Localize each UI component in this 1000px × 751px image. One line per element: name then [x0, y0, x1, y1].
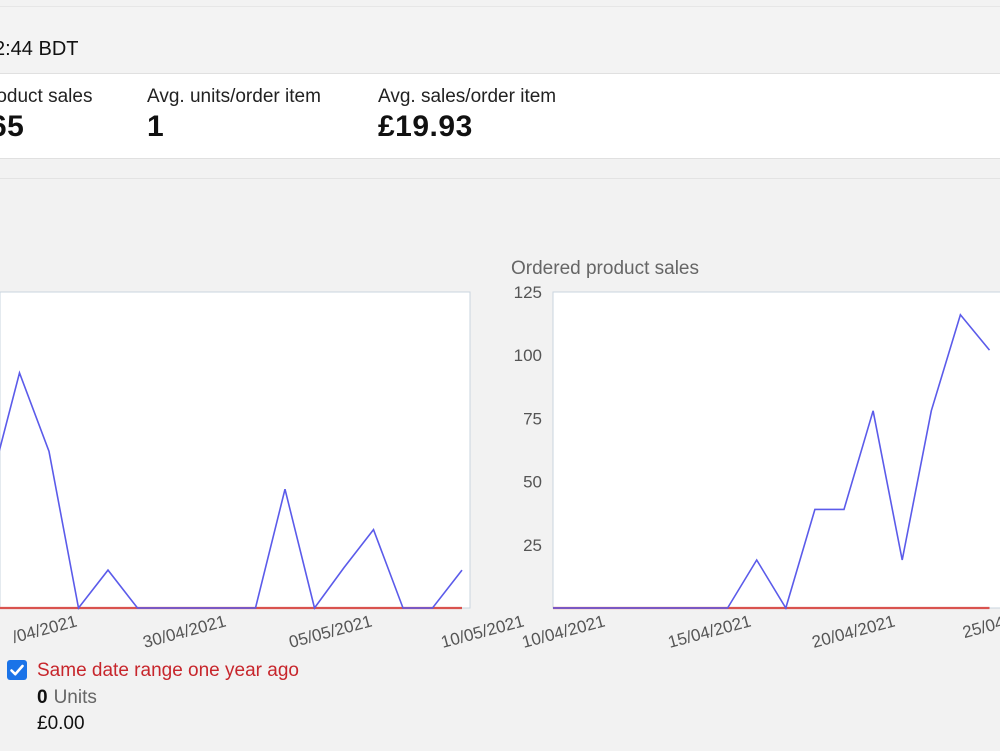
y-tick-label: 75	[523, 409, 542, 428]
ordered-product-sales-chart: 25 50 75 100 125 Ordered product sales 10/04/2…	[511, 258, 1000, 652]
x-tick-label: 20/04/2021	[810, 612, 897, 652]
y-tick-label: 100	[514, 346, 542, 365]
units-word: Units	[53, 687, 97, 708]
x-tick-label: 25/04/	[960, 611, 1000, 642]
x-tick-label: /04/2021	[10, 612, 79, 647]
x-tick-label: 05/05/2021	[287, 612, 374, 652]
y-tick-label: 50	[523, 473, 542, 492]
check-icon	[10, 664, 24, 676]
last-year-label[interactable]: Same date range one year ago	[37, 660, 299, 682]
chart-title: Ordered product sales	[511, 258, 699, 279]
plot-area	[552, 291, 1000, 609]
last-year-checkbox[interactable]	[7, 660, 27, 680]
y-tick-label: 125	[514, 283, 542, 302]
last-year-units: 0 Units	[37, 687, 97, 709]
y-tick-label: 25	[523, 536, 542, 555]
x-tick-label: 30/04/2021	[141, 612, 228, 652]
x-tick-label: 10/05/2021	[439, 612, 526, 652]
last-year-sales: £0.00	[37, 713, 85, 734]
x-tick-label: 10/04/2021	[520, 612, 607, 652]
units-value: 0	[37, 687, 48, 708]
charts-svg: /04/2021 30/04/2021 05/05/2021 10/05/2021 2…	[0, 258, 1000, 652]
plot-area	[0, 291, 471, 609]
units-ordered-chart: /04/2021 30/04/2021 05/05/2021 10/05/2021	[0, 291, 526, 652]
comparison-legend: Same date range one year ago 0 Units £0.0…	[0, 656, 400, 746]
x-tick-label: 15/04/2021	[666, 612, 753, 652]
